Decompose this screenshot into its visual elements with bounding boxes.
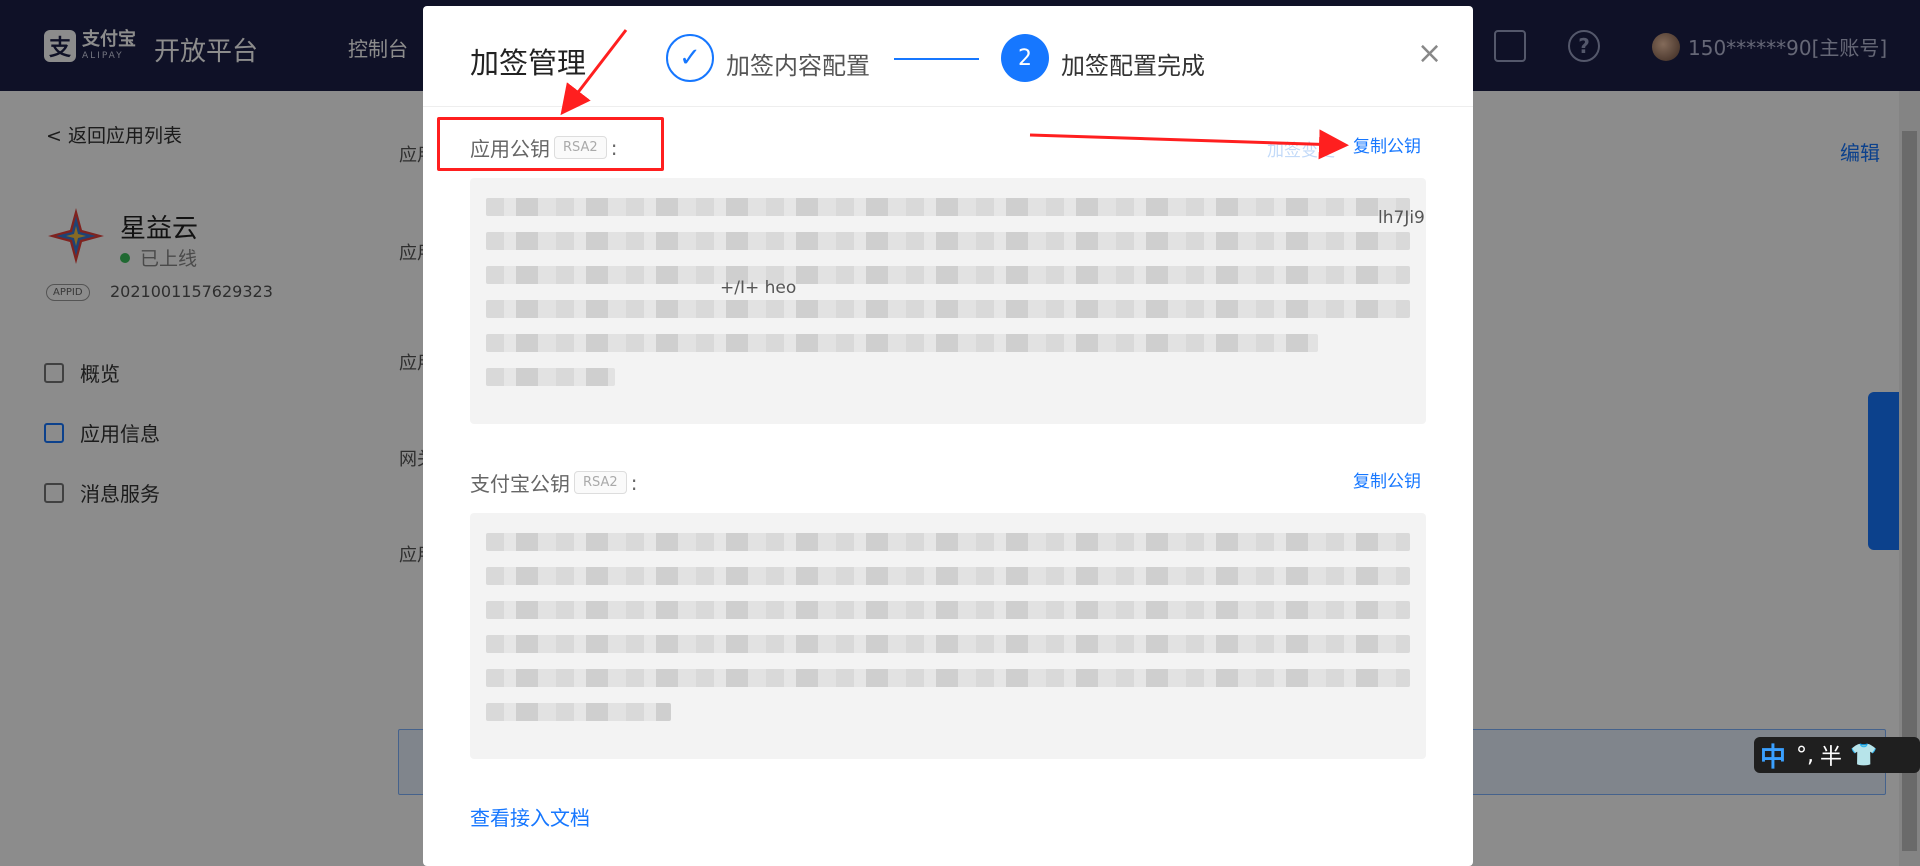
- step1-label: 加签内容配置: [726, 52, 870, 80]
- rsa2-badge: RSA2: [574, 471, 627, 494]
- shirt-icon[interactable]: 👕: [1850, 743, 1877, 768]
- modal-header: 加签管理 ✓ 加签内容配置 2 加签配置完成 ×: [423, 6, 1473, 107]
- app-public-key-value: lh7Ji9 +/I+ heo: [470, 178, 1426, 424]
- modal-title: 加签管理: [470, 46, 587, 80]
- copy-alipay-public-key-button[interactable]: 复制公钥: [1353, 467, 1421, 492]
- ime-status-bar[interactable]: 中 °, 半 👕: [1754, 737, 1920, 773]
- view-integration-docs-link[interactable]: 查看接入文档: [470, 802, 590, 831]
- key-fragment: lh7Ji9: [1378, 208, 1425, 228]
- alipay-key-label-text: 支付宝公钥: [470, 472, 570, 496]
- ime-punct[interactable]: °,: [1796, 743, 1814, 768]
- step2-label: 加签配置完成: [1061, 52, 1205, 80]
- key-fragment: +/I+ heo: [720, 278, 797, 298]
- label-colon: :: [630, 470, 638, 495]
- change-sign-link[interactable]: 加签变更: [1267, 136, 1335, 161]
- close-icon[interactable]: ×: [1417, 36, 1442, 71]
- step1-check-icon: ✓: [666, 34, 714, 82]
- ime-mode[interactable]: 中: [1760, 737, 1786, 774]
- step2-indicator: 2: [1001, 34, 1049, 82]
- step-connector: [894, 58, 979, 60]
- alipay-public-key-value: [470, 513, 1426, 759]
- copy-app-public-key-button[interactable]: 复制公钥: [1353, 132, 1421, 157]
- annotation-highlight-box: [437, 117, 664, 171]
- alipay-public-key-label: 支付宝公钥 RSA2 :: [470, 468, 637, 497]
- ime-width[interactable]: 半: [1820, 739, 1842, 771]
